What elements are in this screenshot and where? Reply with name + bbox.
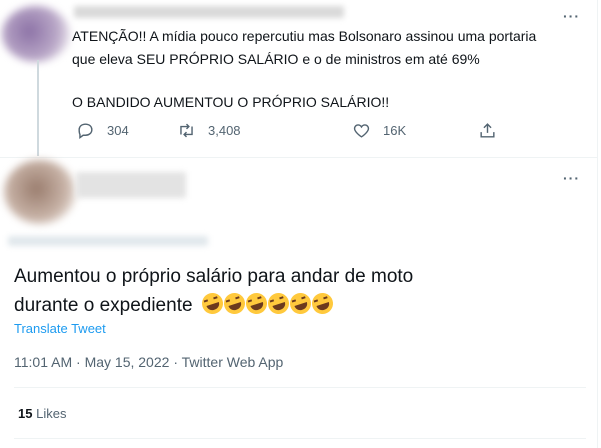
rofl-emoji-icon [199, 290, 226, 317]
tweet-time[interactable]: 11:01 AM [14, 354, 72, 370]
heart-icon [353, 124, 370, 138]
retweet-icon [180, 123, 193, 138]
like-count: 16K [383, 123, 407, 138]
tweet-text-line: ATENÇÃO!! A mídia pouco repercutiu mas B… [72, 28, 537, 44]
tweet-source: Twitter Web App [181, 354, 284, 370]
tweet-actions: 304 3,408 16K [72, 121, 502, 143]
likes-stat[interactable]: 15 Likes [18, 406, 66, 421]
reply-button[interactable]: 304 [76, 121, 129, 140]
more-icon[interactable]: ··· [563, 8, 580, 24]
reply-text: Aumentou o próprio salário para andar de… [14, 262, 413, 320]
avatar[interactable] [4, 160, 76, 224]
rofl-emoji-icon [309, 290, 336, 317]
divider [14, 387, 586, 388]
tweet-meta: 11:01 AM · May 15, 2022 · Twitter Web Ap… [14, 354, 283, 370]
tweet-text-line: O BANDIDO AUMENTOU O PRÓPRIO SALÁRIO!! [72, 94, 390, 110]
reply-icon [78, 123, 93, 140]
retweet-count: 3,408 [208, 123, 241, 138]
rofl-emoji-icon [287, 290, 314, 317]
divider [14, 438, 586, 439]
meta-separator: · [76, 354, 85, 370]
author-name-redacted[interactable] [76, 172, 186, 198]
frame-border [597, 0, 598, 448]
laughing-emoji-group [199, 290, 336, 317]
tweet-date[interactable]: May 15, 2022 [85, 354, 170, 370]
rofl-emoji-icon [221, 290, 248, 317]
reply-text-line1: Aumentou o próprio salário para andar de… [14, 266, 414, 287]
more-icon[interactable]: ··· [563, 170, 580, 186]
divider [0, 157, 597, 158]
reply-text-line2: durante o expediente [14, 295, 193, 316]
thread-line [37, 60, 39, 156]
tweet-text-line: que eleva SEU PRÓPRIO SALÁRIO e o de min… [72, 51, 480, 67]
translate-tweet-link[interactable]: Translate Tweet [14, 321, 106, 336]
rofl-emoji-icon [265, 290, 292, 317]
author-handle-redacted[interactable] [8, 236, 208, 246]
like-button[interactable]: 16K [352, 121, 406, 140]
rofl-emoji-icon [243, 290, 270, 317]
share-icon [480, 123, 495, 138]
likes-label: Likes [36, 406, 67, 421]
avatar[interactable] [2, 6, 70, 62]
reply-count: 304 [107, 123, 129, 138]
retweet-button[interactable]: 3,408 [177, 121, 241, 140]
likes-count: 15 [18, 406, 33, 421]
share-button[interactable] [478, 121, 509, 140]
author-name-redacted[interactable] [74, 6, 344, 18]
meta-separator: · [173, 354, 182, 370]
